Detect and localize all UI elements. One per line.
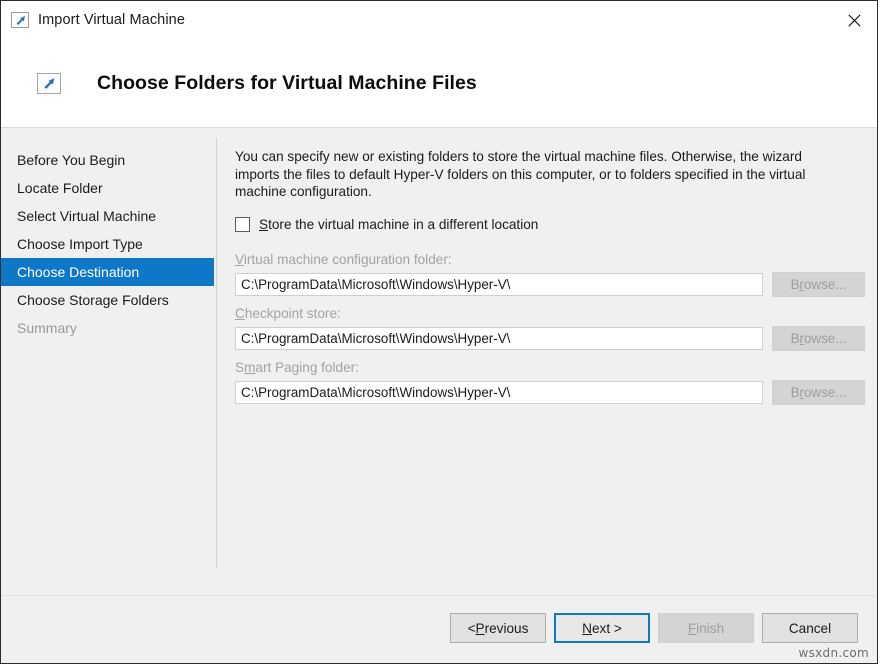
smart-paging-folder-input[interactable]: C:\ProgramData\Microsoft\Windows\Hyper-V… (235, 381, 763, 404)
import-arrow-icon (37, 73, 61, 94)
accelerator-letter: S (259, 217, 268, 232)
smart-paging-folder-label: Smart Paging folder: (235, 360, 865, 375)
wizard-content: You can specify new or existing folders … (217, 128, 877, 595)
checkpoint-store-row: C:\ProgramData\Microsoft\Windows\Hyper-V… (235, 326, 865, 351)
sidebar-item-label: Before You Begin (17, 152, 125, 168)
store-different-location-row[interactable]: Store the virtual machine in a different… (235, 217, 865, 232)
sidebar-item-label: Choose Storage Folders (17, 292, 169, 308)
browse-button-vm-configuration: Browse... (772, 272, 865, 297)
sidebar-item-label: Choose Destination (17, 264, 139, 280)
browse-post: owse... (804, 277, 846, 292)
accelerator-letter: m (244, 360, 255, 375)
sidebar-item-label: Summary (17, 320, 77, 336)
browse-button-smart-paging: Browse... (772, 380, 865, 405)
import-virtual-machine-window: Import Virtual Machine Choose Folders fo… (0, 0, 878, 664)
browse-pre: B (791, 385, 800, 400)
smart-paging-folder-row: C:\ProgramData\Microsoft\Windows\Hyper-V… (235, 380, 865, 405)
vm-configuration-folder-group: Virtual machine configuration folder: C:… (235, 252, 865, 297)
accelerator-letter: V (235, 252, 244, 267)
label-rest: art Paging folder: (255, 360, 359, 375)
close-button[interactable] (831, 2, 877, 39)
window-title: Import Virtual Machine (38, 12, 185, 28)
finish-button: Finish (658, 613, 754, 643)
accelerator-letter: N (582, 621, 592, 636)
label-rest: irtual machine configuration folder: (244, 252, 452, 267)
button-post: Cancel (789, 621, 831, 636)
vm-configuration-folder-label: Virtual machine configuration folder: (235, 252, 865, 267)
sidebar-item-select-virtual-machine[interactable]: Select Virtual Machine (1, 202, 217, 230)
checkpoint-store-input[interactable]: C:\ProgramData\Microsoft\Windows\Hyper-V… (235, 327, 763, 350)
previous-button[interactable]: < Previous (450, 613, 546, 643)
title-bar: Import Virtual Machine (1, 1, 877, 39)
accelerator-letter: P (476, 621, 485, 636)
vm-configuration-folder-row: C:\ProgramData\Microsoft\Windows\Hyper-V… (235, 272, 865, 297)
store-different-location-label: Store the virtual machine in a different… (259, 217, 538, 232)
wizard-header: Choose Folders for Virtual Machine Files (1, 39, 877, 128)
sidebar-item-summary: Summary (1, 314, 217, 342)
page-title: Choose Folders for Virtual Machine Files (97, 72, 477, 95)
sidebar-item-label: Select Virtual Machine (17, 208, 156, 224)
sidebar-item-locate-folder[interactable]: Locate Folder (1, 174, 217, 202)
browse-post: owse... (804, 385, 846, 400)
next-button[interactable]: Next > (554, 613, 650, 643)
close-icon (848, 14, 861, 27)
wizard-step-list: Before You Begin Locate Folder Select Vi… (1, 128, 217, 595)
button-post: revious (485, 621, 529, 636)
wizard-body: Before You Begin Locate Folder Select Vi… (1, 128, 877, 595)
button-pre: < (468, 621, 476, 636)
browse-pre: B (791, 331, 800, 346)
browse-post: owse... (804, 331, 846, 346)
browse-button-checkpoint-store: Browse... (772, 326, 865, 351)
wizard-footer: < Previous Next > Finish Cancel wsxdn.co… (1, 595, 877, 663)
label-rest: tore the virtual machine in a different … (268, 217, 538, 232)
button-post: ext > (592, 621, 622, 636)
button-post: inish (696, 621, 724, 636)
import-arrow-icon (11, 12, 29, 28)
vm-configuration-folder-input[interactable]: C:\ProgramData\Microsoft\Windows\Hyper-V… (235, 273, 763, 296)
store-different-location-checkbox[interactable] (235, 217, 250, 232)
checkpoint-store-group: Checkpoint store: C:\ProgramData\Microso… (235, 306, 865, 351)
watermark: wsxdn.com (798, 646, 869, 660)
sidebar-item-label: Choose Import Type (17, 236, 143, 252)
accelerator-letter: F (688, 621, 696, 636)
browse-pre: B (791, 277, 800, 292)
intro-text: You can specify new or existing folders … (235, 148, 820, 201)
sidebar-item-choose-import-type[interactable]: Choose Import Type (1, 230, 217, 258)
smart-paging-folder-group: Smart Paging folder: C:\ProgramData\Micr… (235, 360, 865, 405)
accelerator-letter: C (235, 306, 245, 321)
sidebar-item-choose-storage-folders[interactable]: Choose Storage Folders (1, 286, 217, 314)
sidebar-item-label: Locate Folder (17, 180, 103, 196)
checkpoint-store-label: Checkpoint store: (235, 306, 865, 321)
sidebar-item-choose-destination[interactable]: Choose Destination (1, 258, 214, 286)
sidebar-item-before-you-begin[interactable]: Before You Begin (1, 146, 217, 174)
label-rest: heckpoint store: (245, 306, 341, 321)
cancel-button[interactable]: Cancel (762, 613, 858, 643)
label-pre: S (235, 360, 244, 375)
